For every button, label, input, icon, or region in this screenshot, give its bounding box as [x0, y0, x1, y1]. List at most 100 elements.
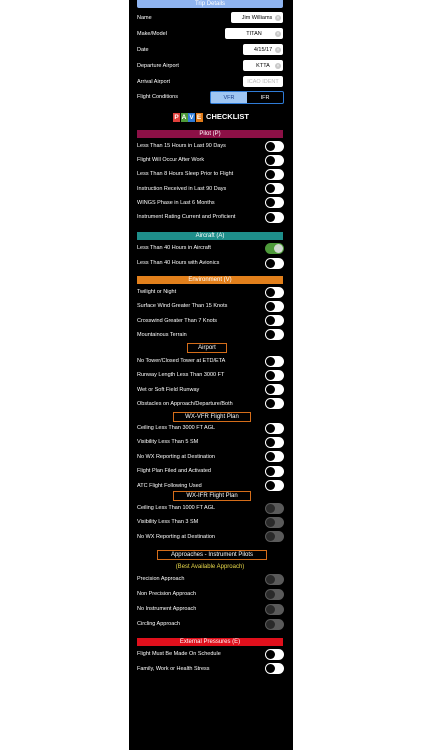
toggle-knob [266, 517, 275, 527]
toggle-knob [266, 198, 275, 208]
checklist-toggle[interactable] [265, 183, 284, 195]
toggle-knob [266, 184, 275, 194]
arrival-airport-field[interactable]: ICAO IDENT [243, 76, 283, 87]
checklist-title-text: CHECKLIST [206, 112, 249, 121]
approaches-note: (Best Available Approach) [175, 564, 245, 570]
checklist-item-label: Crosswind Greater Than 7 Knots [137, 317, 217, 324]
checklist-toggle[interactable] [265, 436, 284, 448]
toggle-knob [266, 466, 275, 476]
departure-airport-field[interactable]: KTTA × [243, 60, 283, 71]
checklist-item-label: Visibility Less Than 3 SM [137, 519, 199, 526]
toggle-knob [266, 399, 275, 409]
vfr-segment[interactable]: VFR [211, 92, 247, 103]
clear-icon[interactable]: × [275, 30, 281, 37]
toggle-knob [266, 423, 275, 433]
toggle-knob [266, 589, 275, 599]
checklist-item-label: Non Precision Approach [137, 591, 197, 597]
checklist-item-label: No WX Reporting at Destination [137, 453, 215, 460]
ifr-segment[interactable]: IFR [247, 92, 283, 103]
toggle-knob [266, 316, 275, 326]
toggle-knob [266, 141, 275, 151]
checklist-item-label: Wet or Soft Field Runway [137, 386, 200, 393]
pave-letter-e: E [195, 113, 203, 122]
departure-airport-label: Departure Airport [137, 63, 179, 69]
toggle-knob [266, 258, 275, 268]
checklist-toggle[interactable] [265, 300, 284, 312]
checklist-item-label: Visibility Less Than 5 SM [137, 439, 199, 446]
checklist-toggle[interactable] [265, 257, 284, 269]
make-model-label: Make/Model [137, 31, 167, 37]
arrival-airport-placeholder: ICAO IDENT [247, 78, 279, 85]
checklist-toggle [265, 603, 284, 615]
checklist-item-label: Twilight or Night [137, 289, 177, 295]
make-model-field[interactable]: TITAN × [225, 28, 283, 39]
name-field[interactable]: Jim Williams × [231, 12, 283, 23]
make-model-value: TITAN [246, 30, 262, 37]
checklist-item-label: Runway Length Less Than 3000 FT [137, 372, 225, 379]
checklist-item-label: Surface Wind Greater Than 15 Knots [137, 303, 228, 310]
clear-icon[interactable]: × [275, 62, 281, 69]
toggle-knob [266, 452, 275, 462]
checklist-toggle[interactable] [265, 197, 284, 209]
approaches-section-header: Approaches - Instrument Pilots [157, 550, 267, 560]
external-section-header: External Pressures (E) [137, 638, 283, 646]
wx-vfr-section-header: WX-VFR Flight Plan [173, 412, 251, 422]
checklist-item-label: Ceiling Less Than 1000 FT AGL [137, 505, 216, 511]
toggle-knob [266, 370, 275, 380]
toggle-knob [266, 574, 275, 584]
checklist-toggle[interactable] [265, 286, 284, 298]
toggle-knob [266, 287, 275, 297]
checklist-toggle[interactable] [265, 211, 284, 223]
checklist-toggle[interactable] [265, 422, 284, 434]
checklist-item-label: Flight Plan Filed and Activated [137, 468, 211, 475]
wx-ifr-section-header: WX-IFR Flight Plan [173, 491, 251, 501]
checklist-item-label: Mountainous Terrain [137, 331, 187, 338]
checklist-toggle[interactable] [265, 329, 284, 341]
clear-icon[interactable]: × [275, 46, 281, 53]
checklist-toggle[interactable] [265, 242, 284, 254]
trip-details-header: Trip Details [137, 0, 283, 8]
checklist-item-label: Circling Approach [137, 621, 181, 627]
toggle-knob [266, 503, 275, 513]
checklist-item-label: Obstacles on Approach/Departure/Both [137, 400, 233, 407]
checklist-toggle[interactable] [265, 140, 284, 152]
date-label: Date [137, 47, 149, 53]
toggle-knob [274, 243, 283, 253]
checklist-item-label: No Instrument Approach [137, 606, 197, 612]
checklist-item-label: Precision Approach [137, 576, 185, 582]
checklist-toggle[interactable] [265, 648, 284, 660]
aircraft-section-header: Aircraft (A) [137, 232, 283, 240]
date-value: 4/15/17 [253, 46, 273, 53]
date-field[interactable]: 4/15/17 × [243, 44, 283, 55]
airport-section-header: Airport [187, 343, 227, 353]
checklist-toggle[interactable] [265, 663, 284, 675]
toggle-knob [266, 664, 275, 674]
toggle-knob [266, 385, 275, 395]
checklist-item-label: Flight Will Occur After Work [137, 157, 205, 164]
checklist-item-label: Ceiling Less Than 3000 FT AGL [137, 425, 216, 431]
checklist-toggle[interactable] [265, 480, 284, 492]
toggle-knob [266, 604, 275, 614]
checklist-item-label: No Tower/Closed Tower at ETD/ETA [137, 358, 226, 364]
checklist-toggle [265, 516, 284, 528]
checklist-toggle[interactable] [265, 384, 284, 396]
clear-icon[interactable]: × [275, 14, 281, 21]
checklist-toggle[interactable] [265, 154, 284, 166]
checklist-item-label: Instruction Received in Last 90 Days [137, 185, 227, 192]
checklist-item-label: Flight Must Be Made On Schedule [137, 651, 221, 657]
checklist-toggle[interactable] [265, 369, 284, 381]
checklist-toggle[interactable] [265, 451, 284, 463]
flight-conditions-segmented-control[interactable]: VFR IFR [210, 91, 284, 104]
checklist-item-label: Family, Work or Health Stress [137, 665, 210, 672]
checklist-toggle[interactable] [265, 315, 284, 327]
toggle-knob [266, 532, 275, 542]
toggle-knob [266, 212, 275, 222]
checklist-toggle[interactable] [265, 168, 284, 180]
checklist-item-label: ATC Flight Following Used [137, 482, 202, 489]
checklist-item-label: Less Than 40 Hours in Aircraft [137, 245, 211, 251]
checklist-toggle[interactable] [265, 355, 284, 367]
checklist-toggle[interactable] [265, 465, 284, 477]
toggle-knob [266, 619, 275, 629]
checklist-toggle[interactable] [265, 398, 284, 410]
checklist-item-label: No WX Reporting at Destination [137, 533, 215, 540]
